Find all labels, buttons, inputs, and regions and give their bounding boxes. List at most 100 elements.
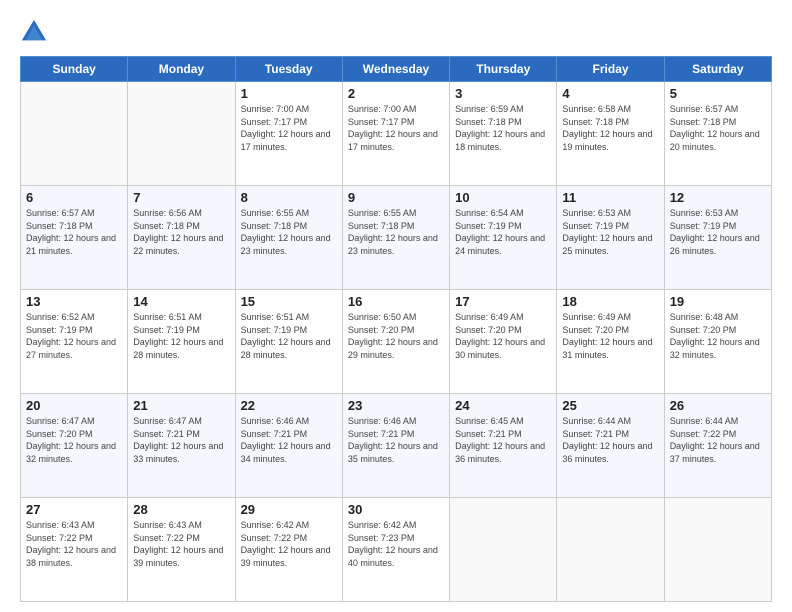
- day-header-tuesday: Tuesday: [235, 57, 342, 82]
- day-header-thursday: Thursday: [450, 57, 557, 82]
- day-info: Sunrise: 6:44 AM Sunset: 7:21 PM Dayligh…: [562, 415, 658, 465]
- day-number: 26: [670, 398, 766, 413]
- calendar-cell: 18 Sunrise: 6:49 AM Sunset: 7:20 PM Dayli…: [557, 290, 664, 394]
- day-info: Sunrise: 6:56 AM Sunset: 7:18 PM Dayligh…: [133, 207, 229, 257]
- day-info: Sunrise: 6:55 AM Sunset: 7:18 PM Dayligh…: [241, 207, 337, 257]
- day-number: 23: [348, 398, 444, 413]
- day-info: Sunrise: 6:52 AM Sunset: 7:19 PM Dayligh…: [26, 311, 122, 361]
- day-header-friday: Friday: [557, 57, 664, 82]
- calendar-cell: 24 Sunrise: 6:45 AM Sunset: 7:21 PM Dayli…: [450, 394, 557, 498]
- calendar-cell: 27 Sunrise: 6:43 AM Sunset: 7:22 PM Dayli…: [21, 498, 128, 602]
- day-info: Sunrise: 6:42 AM Sunset: 7:22 PM Dayligh…: [241, 519, 337, 569]
- day-info: Sunrise: 6:54 AM Sunset: 7:19 PM Dayligh…: [455, 207, 551, 257]
- calendar-cell: 14Sunrise: 6:51 AM Sunset: 7:19 PM Dayli…: [128, 290, 235, 394]
- day-info: Sunrise: 6:46 AM Sunset: 7:21 PM Dayligh…: [241, 415, 337, 465]
- day-info: Sunrise: 6:49 AM Sunset: 7:20 PM Dayligh…: [562, 311, 658, 361]
- calendar-week-5: 27 Sunrise: 6:43 AM Sunset: 7:22 PM Dayli…: [21, 498, 772, 602]
- calendar-week-4: 20 Sunrise: 6:47 AM Sunset: 7:20 PM Dayli…: [21, 394, 772, 498]
- calendar-week-2: 6 Sunrise: 6:57 AM Sunset: 7:18 PM Daylig…: [21, 186, 772, 290]
- day-number: 11: [562, 190, 658, 205]
- calendar-cell: 19 Sunrise: 6:48 AM Sunset: 7:20 PM Dayli…: [664, 290, 771, 394]
- day-info: Sunrise: 6:58 AM Sunset: 7:18 PM Dayligh…: [562, 103, 658, 153]
- day-info: Sunrise: 6:44 AM Sunset: 7:22 PM Dayligh…: [670, 415, 766, 465]
- day-number: 6: [26, 190, 122, 205]
- day-info: Sunrise: 6:43 AM Sunset: 7:22 PM Dayligh…: [26, 519, 122, 569]
- day-number: 13: [26, 294, 122, 309]
- day-info: Sunrise: 6:51 AM Sunset: 7:19 PM Dayligh…: [241, 311, 337, 361]
- day-number: 15: [241, 294, 337, 309]
- day-number: 12: [670, 190, 766, 205]
- day-number: 24: [455, 398, 551, 413]
- day-info: Sunrise: 6:47 AM Sunset: 7:20 PM Dayligh…: [26, 415, 122, 465]
- day-info: Sunrise: 6:50 AM Sunset: 7:20 PM Dayligh…: [348, 311, 444, 361]
- day-info: Sunrise: 7:00 AM Sunset: 7:17 PM Dayligh…: [348, 103, 444, 153]
- day-info: Sunrise: 6:57 AM Sunset: 7:18 PM Dayligh…: [26, 207, 122, 257]
- day-number: 10: [455, 190, 551, 205]
- calendar-cell: 28 Sunrise: 6:43 AM Sunset: 7:22 PM Dayli…: [128, 498, 235, 602]
- day-number: 3: [455, 86, 551, 101]
- day-number: 5: [670, 86, 766, 101]
- day-info: Sunrise: 6:42 AM Sunset: 7:23 PM Dayligh…: [348, 519, 444, 569]
- day-info: Sunrise: 6:59 AM Sunset: 7:18 PM Dayligh…: [455, 103, 551, 153]
- calendar-cell: 12Sunrise: 6:53 AM Sunset: 7:19 PM Dayli…: [664, 186, 771, 290]
- calendar-cell: 26 Sunrise: 6:44 AM Sunset: 7:22 PM Dayli…: [664, 394, 771, 498]
- day-number: 1: [241, 86, 337, 101]
- calendar-week-3: 13 Sunrise: 6:52 AM Sunset: 7:19 PM Dayli…: [21, 290, 772, 394]
- calendar-cell: 22 Sunrise: 6:46 AM Sunset: 7:21 PM Dayli…: [235, 394, 342, 498]
- calendar-cell: [664, 498, 771, 602]
- calendar-cell: 15 Sunrise: 6:51 AM Sunset: 7:19 PM Dayli…: [235, 290, 342, 394]
- calendar-cell: 7 Sunrise: 6:56 AM Sunset: 7:18 PM Daylig…: [128, 186, 235, 290]
- day-number: 19: [670, 294, 766, 309]
- day-number: 9: [348, 190, 444, 205]
- day-number: 16: [348, 294, 444, 309]
- day-number: 20: [26, 398, 122, 413]
- day-number: 2: [348, 86, 444, 101]
- day-info: Sunrise: 6:43 AM Sunset: 7:22 PM Dayligh…: [133, 519, 229, 569]
- day-number: 27: [26, 502, 122, 517]
- calendar-cell: 16 Sunrise: 6:50 AM Sunset: 7:20 PM Dayli…: [342, 290, 449, 394]
- day-info: Sunrise: 6:46 AM Sunset: 7:21 PM Dayligh…: [348, 415, 444, 465]
- day-info: Sunrise: 6:47 AM Sunset: 7:21 PM Dayligh…: [133, 415, 229, 465]
- logo-icon: [20, 18, 48, 46]
- day-number: 18: [562, 294, 658, 309]
- day-number: 22: [241, 398, 337, 413]
- calendar-cell: 11 Sunrise: 6:53 AM Sunset: 7:19 PM Dayli…: [557, 186, 664, 290]
- calendar-cell: 9 Sunrise: 6:55 AM Sunset: 7:18 PM Daylig…: [342, 186, 449, 290]
- day-info: Sunrise: 6:53 AM Sunset: 7:19 PM Dayligh…: [562, 207, 658, 257]
- day-info: Sunrise: 6:48 AM Sunset: 7:20 PM Dayligh…: [670, 311, 766, 361]
- day-header-monday: Monday: [128, 57, 235, 82]
- page: SundayMondayTuesdayWednesdayThursdayFrid…: [0, 0, 792, 612]
- day-number: 8: [241, 190, 337, 205]
- calendar-cell: 6 Sunrise: 6:57 AM Sunset: 7:18 PM Daylig…: [21, 186, 128, 290]
- calendar-cell: [557, 498, 664, 602]
- day-number: 28: [133, 502, 229, 517]
- day-info: Sunrise: 6:57 AM Sunset: 7:18 PM Dayligh…: [670, 103, 766, 153]
- calendar-cell: 10 Sunrise: 6:54 AM Sunset: 7:19 PM Dayli…: [450, 186, 557, 290]
- calendar-cell: [128, 82, 235, 186]
- calendar-cell: 30Sunrise: 6:42 AM Sunset: 7:23 PM Dayli…: [342, 498, 449, 602]
- day-info: Sunrise: 6:55 AM Sunset: 7:18 PM Dayligh…: [348, 207, 444, 257]
- day-info: Sunrise: 6:45 AM Sunset: 7:21 PM Dayligh…: [455, 415, 551, 465]
- calendar-cell: 21Sunrise: 6:47 AM Sunset: 7:21 PM Dayli…: [128, 394, 235, 498]
- calendar-header-row: SundayMondayTuesdayWednesdayThursdayFrid…: [21, 57, 772, 82]
- day-info: Sunrise: 6:49 AM Sunset: 7:20 PM Dayligh…: [455, 311, 551, 361]
- calendar-cell: 17Sunrise: 6:49 AM Sunset: 7:20 PM Dayli…: [450, 290, 557, 394]
- day-header-sunday: Sunday: [21, 57, 128, 82]
- day-header-saturday: Saturday: [664, 57, 771, 82]
- calendar-cell: 29 Sunrise: 6:42 AM Sunset: 7:22 PM Dayli…: [235, 498, 342, 602]
- day-info: Sunrise: 6:51 AM Sunset: 7:19 PM Dayligh…: [133, 311, 229, 361]
- calendar-cell: 4Sunrise: 6:58 AM Sunset: 7:18 PM Daylig…: [557, 82, 664, 186]
- calendar-cell: 8 Sunrise: 6:55 AM Sunset: 7:18 PM Daylig…: [235, 186, 342, 290]
- day-number: 29: [241, 502, 337, 517]
- calendar-cell: 20 Sunrise: 6:47 AM Sunset: 7:20 PM Dayli…: [21, 394, 128, 498]
- calendar-cell: 25 Sunrise: 6:44 AM Sunset: 7:21 PM Dayli…: [557, 394, 664, 498]
- calendar-cell: [450, 498, 557, 602]
- calendar-cell: 5 Sunrise: 6:57 AM Sunset: 7:18 PM Daylig…: [664, 82, 771, 186]
- day-number: 7: [133, 190, 229, 205]
- calendar-cell: 23 Sunrise: 6:46 AM Sunset: 7:21 PM Dayli…: [342, 394, 449, 498]
- day-header-wednesday: Wednesday: [342, 57, 449, 82]
- day-info: Sunrise: 7:00 AM Sunset: 7:17 PM Dayligh…: [241, 103, 337, 153]
- day-number: 25: [562, 398, 658, 413]
- calendar-cell: 3 Sunrise: 6:59 AM Sunset: 7:18 PM Daylig…: [450, 82, 557, 186]
- logo: [20, 18, 52, 46]
